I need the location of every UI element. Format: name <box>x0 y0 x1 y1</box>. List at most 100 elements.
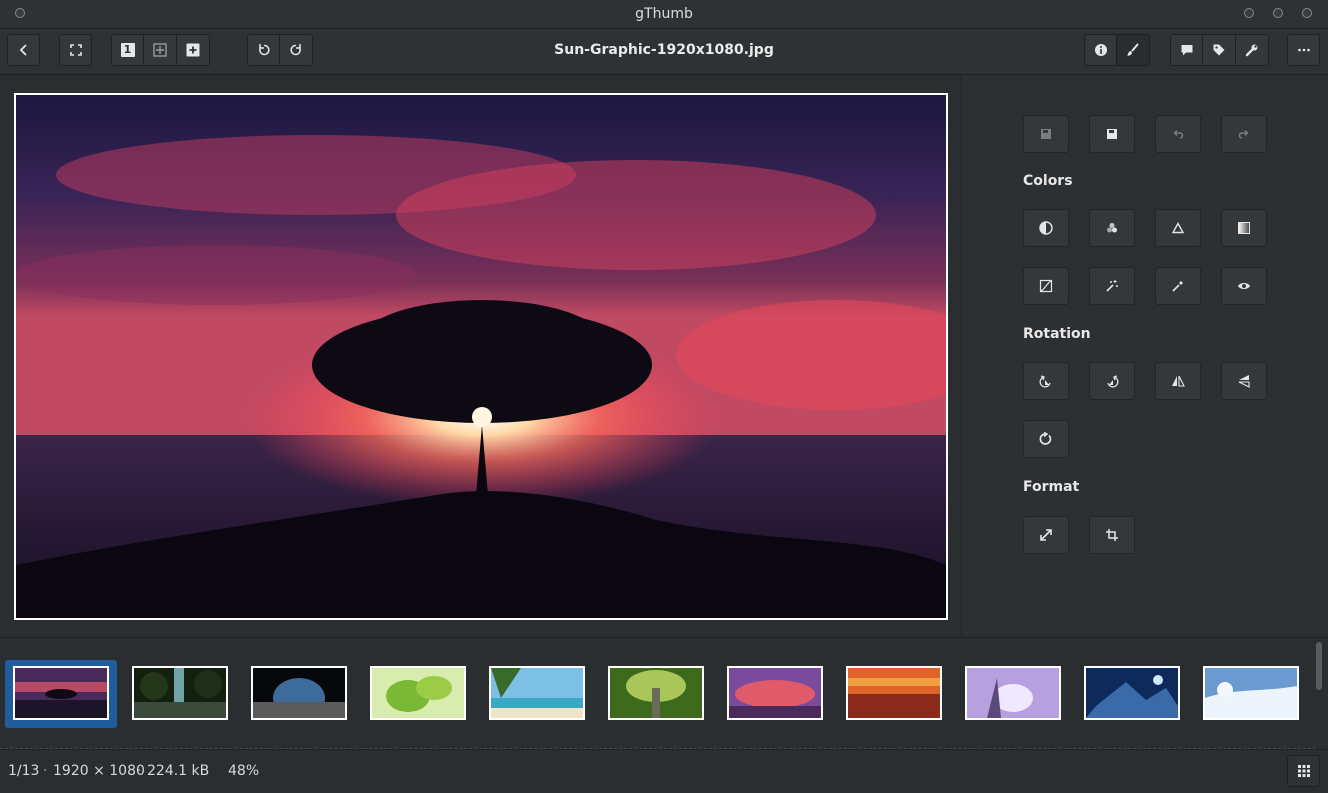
zoom-actual-label: 1 <box>120 43 135 57</box>
thumbnail-1[interactable] <box>13 666 109 720</box>
tags-button[interactable] <box>1203 34 1236 66</box>
brush-icon <box>1127 43 1139 56</box>
thumbnail-9[interactable] <box>965 666 1061 720</box>
save-icon <box>1107 129 1117 139</box>
comment-button[interactable] <box>1170 34 1203 66</box>
thumbnail-image <box>729 668 821 718</box>
wrench-icon <box>1245 44 1258 57</box>
fullscreen-icon <box>69 44 82 56</box>
thumbnail-7[interactable] <box>727 666 823 720</box>
maximize-button[interactable] <box>1273 8 1283 18</box>
more-icon <box>1297 48 1310 52</box>
zoom-button-group: 1 <box>111 34 210 66</box>
zoom-level: 48% <box>228 763 260 779</box>
flip-button[interactable] <box>1221 362 1267 400</box>
rotation-section-label: Rotation <box>1023 326 1091 342</box>
eyedropper-icon <box>1172 281 1183 292</box>
thumbnail-6[interactable] <box>608 666 704 720</box>
curves-icon <box>1039 279 1053 293</box>
rotate-left-tool-button[interactable] <box>1023 362 1069 400</box>
separator-dot: · <box>43 763 48 779</box>
thumbnail-image <box>848 668 940 718</box>
thumbnail-strip[interactable] <box>0 637 1328 749</box>
file-title: Sun-Graphic-1920x1080.jpg <box>554 42 774 58</box>
thumbnail-3[interactable] <box>251 666 347 720</box>
thumbnail-image <box>491 668 583 718</box>
tools-group <box>1170 34 1269 66</box>
undo-button[interactable] <box>1155 115 1201 153</box>
rotate-free-button[interactable] <box>1023 420 1069 458</box>
rotate-left-tool-icon <box>1039 375 1051 388</box>
image-viewer[interactable] <box>0 75 961 636</box>
thumbnail-8[interactable] <box>846 666 942 720</box>
crop-button[interactable] <box>1089 516 1135 554</box>
zoom-fit-button[interactable] <box>144 34 177 66</box>
auto-adjust-button[interactable] <box>1089 267 1135 305</box>
curves-button[interactable] <box>1023 267 1069 305</box>
magic-wand-icon <box>1106 280 1118 292</box>
toggle-thumbnails-button[interactable] <box>1287 755 1320 787</box>
rotate-left-button[interactable] <box>247 34 280 66</box>
thumbnail-image <box>1205 668 1297 718</box>
thumbnail-2[interactable] <box>132 666 228 720</box>
contrast-icon <box>1039 221 1053 235</box>
back-icon <box>19 44 27 56</box>
rotate-right-tool-button[interactable] <box>1089 362 1135 400</box>
sidebar-toggle-group <box>1084 34 1150 66</box>
thumbnail-4[interactable] <box>370 666 466 720</box>
rotate-right-icon <box>290 44 301 56</box>
colors-section-label: Colors <box>1023 173 1073 189</box>
redo-button[interactable] <box>1221 115 1267 153</box>
undo-icon <box>1173 130 1184 139</box>
rotate-button-group <box>247 34 313 66</box>
more-button[interactable] <box>1287 34 1320 66</box>
thumbnail-image <box>134 668 226 718</box>
mirror-button[interactable] <box>1155 362 1201 400</box>
red-eye-button[interactable] <box>1221 267 1267 305</box>
rotate-icon <box>1039 432 1052 445</box>
sunset-tree-image <box>16 95 946 618</box>
image-position: 1/13 <box>8 763 40 779</box>
image-dimensions: 1920 × 1080 <box>53 763 145 779</box>
strip-scrollbar[interactable] <box>1316 642 1322 690</box>
rotate-right-button[interactable] <box>280 34 313 66</box>
triangle-icon <box>1171 222 1185 234</box>
edit-sidebar: Colors Rotation Format <box>961 75 1328 636</box>
thumbnail-5[interactable] <box>489 666 585 720</box>
tools-button[interactable] <box>1236 34 1269 66</box>
comment-icon <box>1181 45 1192 56</box>
thumbnail-10[interactable] <box>1084 666 1180 720</box>
edit-button[interactable] <box>1117 34 1150 66</box>
zoom-in-button[interactable] <box>177 34 210 66</box>
grayscale-button[interactable] <box>1221 209 1267 247</box>
window-title: gThumb <box>635 6 693 22</box>
color-balance-button[interactable] <box>1089 209 1135 247</box>
flip-vertical-icon <box>1238 375 1250 388</box>
tag-icon <box>1213 44 1225 56</box>
flip-horizontal-icon <box>1172 375 1185 387</box>
rotate-right-tool-icon <box>1107 375 1119 388</box>
fullscreen-button[interactable] <box>59 34 92 66</box>
levels-button[interactable] <box>1155 209 1201 247</box>
thumbnail-image <box>372 668 464 718</box>
save-button[interactable] <box>1089 115 1135 153</box>
title-bar: gThumb <box>0 0 1328 29</box>
save-disabled-icon <box>1041 129 1051 139</box>
adjust-colors-button[interactable] <box>1023 209 1069 247</box>
back-button[interactable] <box>7 34 40 66</box>
minimize-button[interactable] <box>1244 8 1254 18</box>
color-balance-icon <box>1107 223 1117 233</box>
thumbnail-image <box>15 668 107 718</box>
revert-button[interactable] <box>1023 115 1069 153</box>
grid-icon <box>1297 765 1310 777</box>
separator-dot: · <box>137 763 142 779</box>
main-image[interactable] <box>14 93 948 620</box>
color-picker-button[interactable] <box>1155 267 1201 305</box>
properties-button[interactable] <box>1084 34 1117 66</box>
thumbnail-11[interactable] <box>1203 666 1299 720</box>
resize-button[interactable] <box>1023 516 1069 554</box>
close-button[interactable] <box>1302 8 1312 18</box>
format-section-label: Format <box>1023 479 1080 495</box>
zoom-actual-button[interactable]: 1 <box>111 34 144 66</box>
gradient-icon <box>1238 222 1250 234</box>
